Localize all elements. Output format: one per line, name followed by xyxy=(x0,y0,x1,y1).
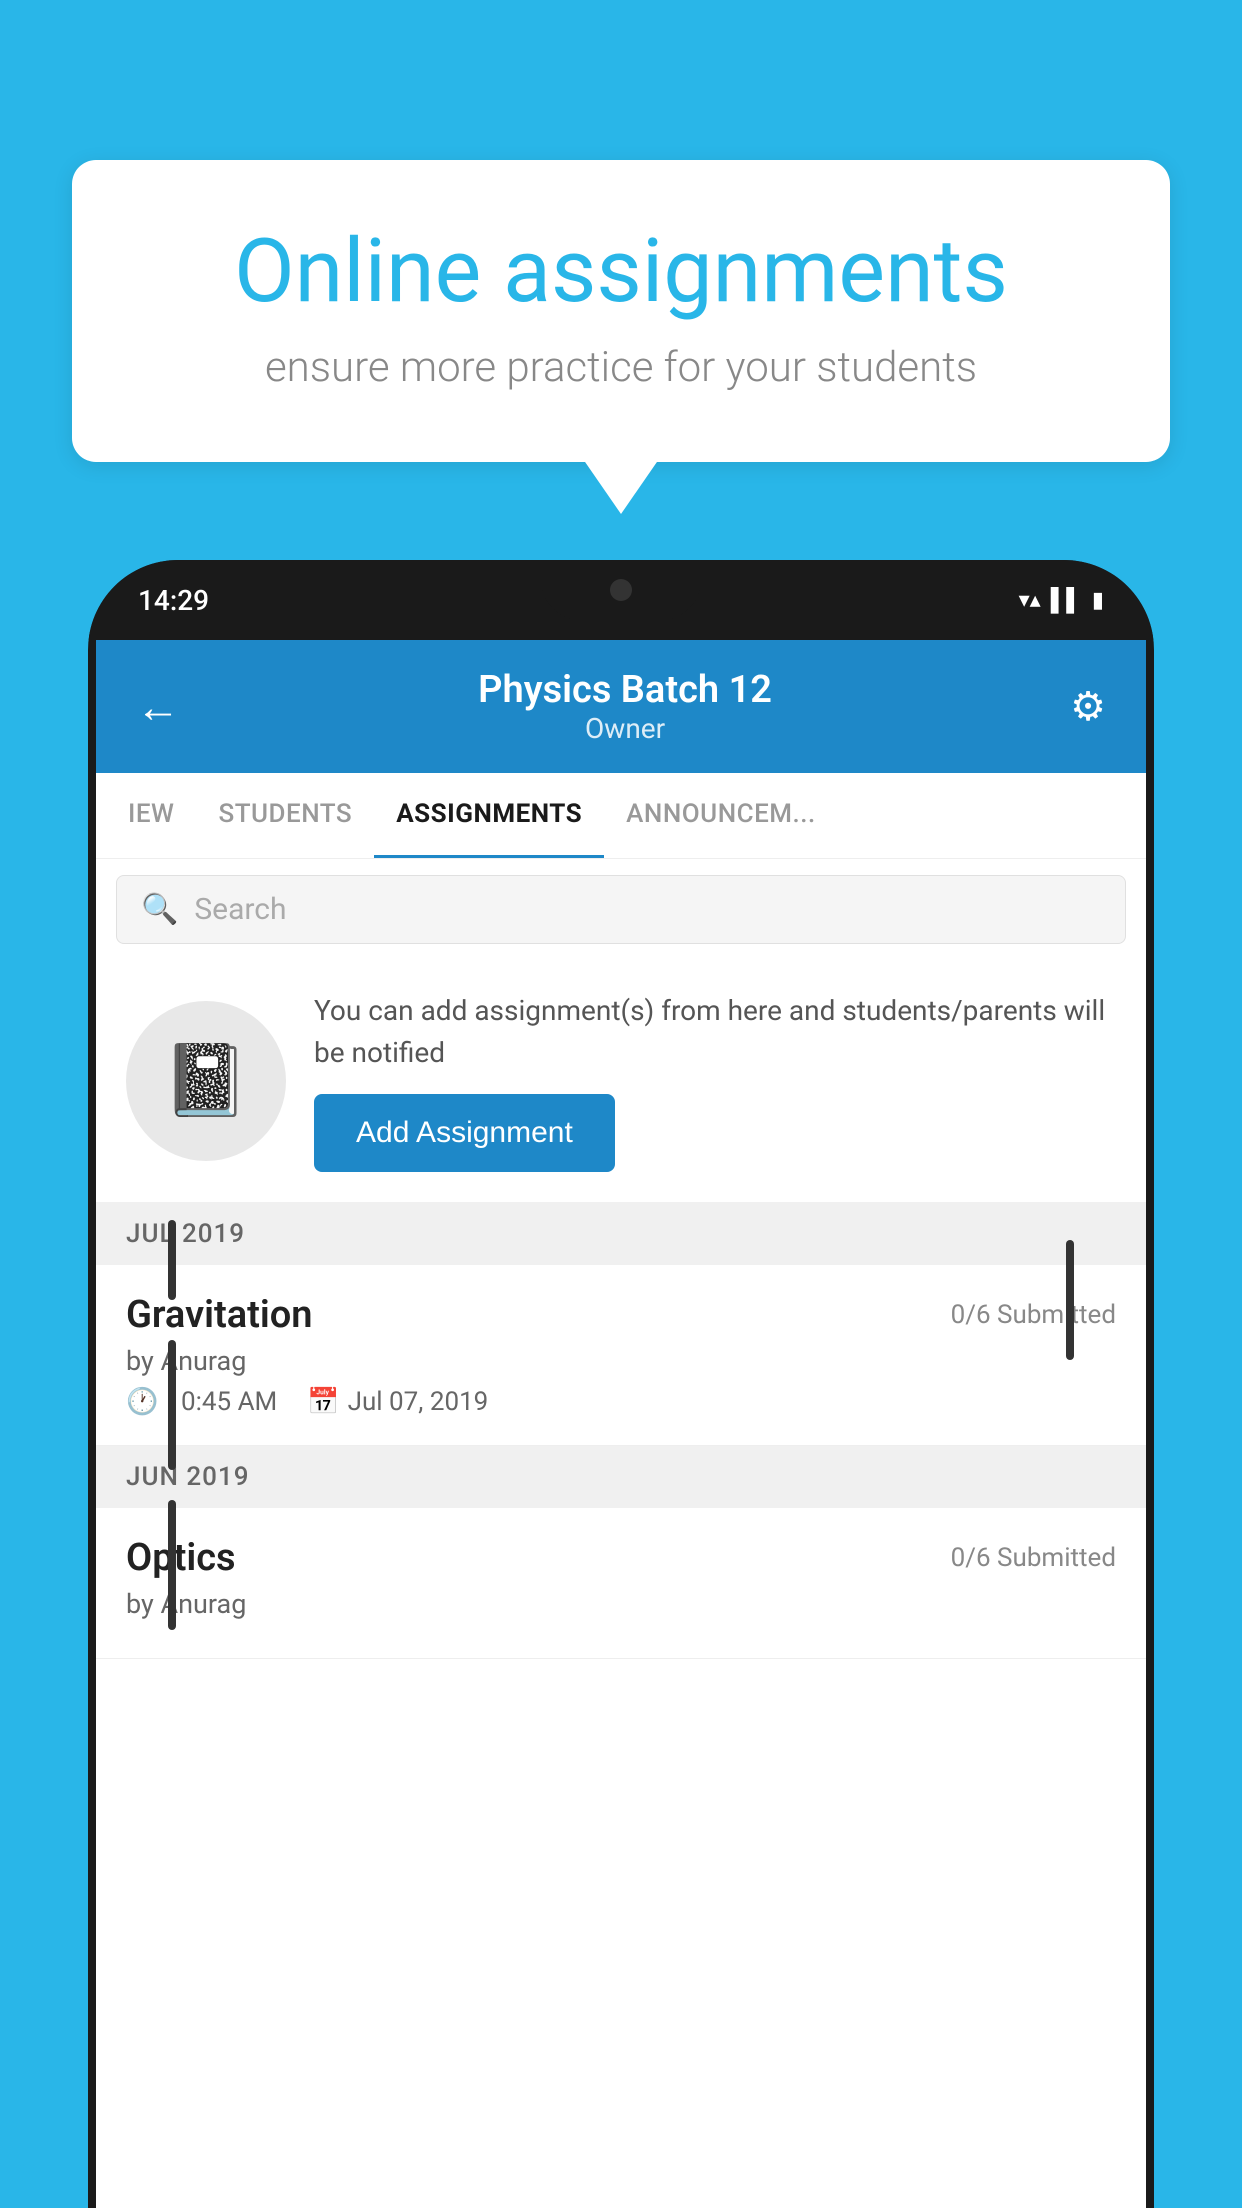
search-container: 🔍 Search xyxy=(96,859,1146,960)
tab-iew[interactable]: IEW xyxy=(106,773,196,858)
assignment-date: 📅 Jul 07, 2019 xyxy=(307,1387,488,1417)
add-assignment-button[interactable]: Add Assignment xyxy=(314,1094,615,1172)
tab-students[interactable]: STUDENTS xyxy=(196,773,374,858)
status-icons: ▾▴ ▌▌ ▮ xyxy=(1019,587,1104,613)
promo-icon-circle: 📓 xyxy=(126,1001,286,1161)
notebook-icon: 📓 xyxy=(162,1040,249,1122)
battery-icon: ▮ xyxy=(1092,588,1104,613)
clock-icon: 🕐 xyxy=(126,1387,158,1417)
speech-bubble-title: Online assignments xyxy=(142,220,1100,323)
speech-bubble-subtitle: ensure more practice for your students xyxy=(142,343,1100,392)
back-button[interactable]: ← xyxy=(136,681,180,733)
front-camera xyxy=(610,579,632,601)
phone-volume-up-button xyxy=(168,1220,176,1300)
status-time: 14:29 xyxy=(138,584,209,617)
batch-subtitle: Owner xyxy=(478,712,772,745)
assignment-item-gravitation[interactable]: Gravitation 0/6 Submitted by Anurag 🕐 10… xyxy=(96,1265,1146,1446)
phone-silent-button xyxy=(168,1500,176,1630)
wifi-icon: ▾▴ xyxy=(1019,588,1041,613)
assignment-promo: 📓 You can add assignment(s) from here an… xyxy=(96,960,1146,1203)
header-title-block: Physics Batch 12 Owner xyxy=(478,668,772,745)
assignment-title-optics: Optics xyxy=(126,1536,236,1580)
assignment-by-optics: by Anurag xyxy=(126,1588,1116,1620)
assignment-top-row-optics: Optics 0/6 Submitted xyxy=(126,1536,1116,1580)
assignment-submitted-optics: 0/6 Submitted xyxy=(951,1543,1116,1573)
batch-title: Physics Batch 12 xyxy=(478,668,772,712)
phone-volume-down-button xyxy=(168,1340,176,1470)
signal-icon: ▌▌ xyxy=(1051,587,1082,613)
search-icon: 🔍 xyxy=(141,892,178,927)
search-placeholder: Search xyxy=(194,892,286,927)
assignment-item-optics[interactable]: Optics 0/6 Submitted by Anurag xyxy=(96,1508,1146,1659)
promo-text: You can add assignment(s) from here and … xyxy=(314,990,1116,1074)
section-header-jul: JUL 2019 xyxy=(96,1203,1146,1265)
app-header: ← Physics Batch 12 Owner ⚙ xyxy=(96,640,1146,773)
assignment-by: by Anurag xyxy=(126,1345,1116,1377)
phone-screen: ← Physics Batch 12 Owner ⚙ IEW STUDENTS … xyxy=(96,640,1146,2208)
assignment-top-row: Gravitation 0/6 Submitted xyxy=(126,1293,1116,1337)
speech-bubble: Online assignments ensure more practice … xyxy=(72,160,1170,462)
phone-notch xyxy=(541,560,701,620)
tab-announcements[interactable]: ANNOUNCEM... xyxy=(604,773,838,858)
promo-content: You can add assignment(s) from here and … xyxy=(314,990,1116,1172)
search-bar[interactable]: 🔍 Search xyxy=(116,875,1126,944)
assignment-submitted: 0/6 Submitted xyxy=(951,1300,1116,1330)
phone-mockup: 14:29 ▾▴ ▌▌ ▮ ← Physics Batch 12 Owner ⚙… xyxy=(88,560,1154,2208)
settings-icon[interactable]: ⚙ xyxy=(1070,683,1106,730)
calendar-icon: 📅 xyxy=(307,1387,339,1417)
tab-assignments[interactable]: ASSIGNMENTS xyxy=(374,773,604,858)
tabs-bar: IEW STUDENTS ASSIGNMENTS ANNOUNCEM... xyxy=(96,773,1146,859)
assignment-title: Gravitation xyxy=(126,1293,313,1337)
status-bar: 14:29 ▾▴ ▌▌ ▮ xyxy=(88,560,1154,640)
speech-bubble-container: Online assignments ensure more practice … xyxy=(72,160,1170,462)
assignment-time: 🕐 10:45 AM xyxy=(126,1387,277,1417)
phone-power-button xyxy=(1066,1240,1074,1360)
assignment-meta: 🕐 10:45 AM 📅 Jul 07, 2019 xyxy=(126,1387,1116,1417)
section-header-jun: JUN 2019 xyxy=(96,1446,1146,1508)
